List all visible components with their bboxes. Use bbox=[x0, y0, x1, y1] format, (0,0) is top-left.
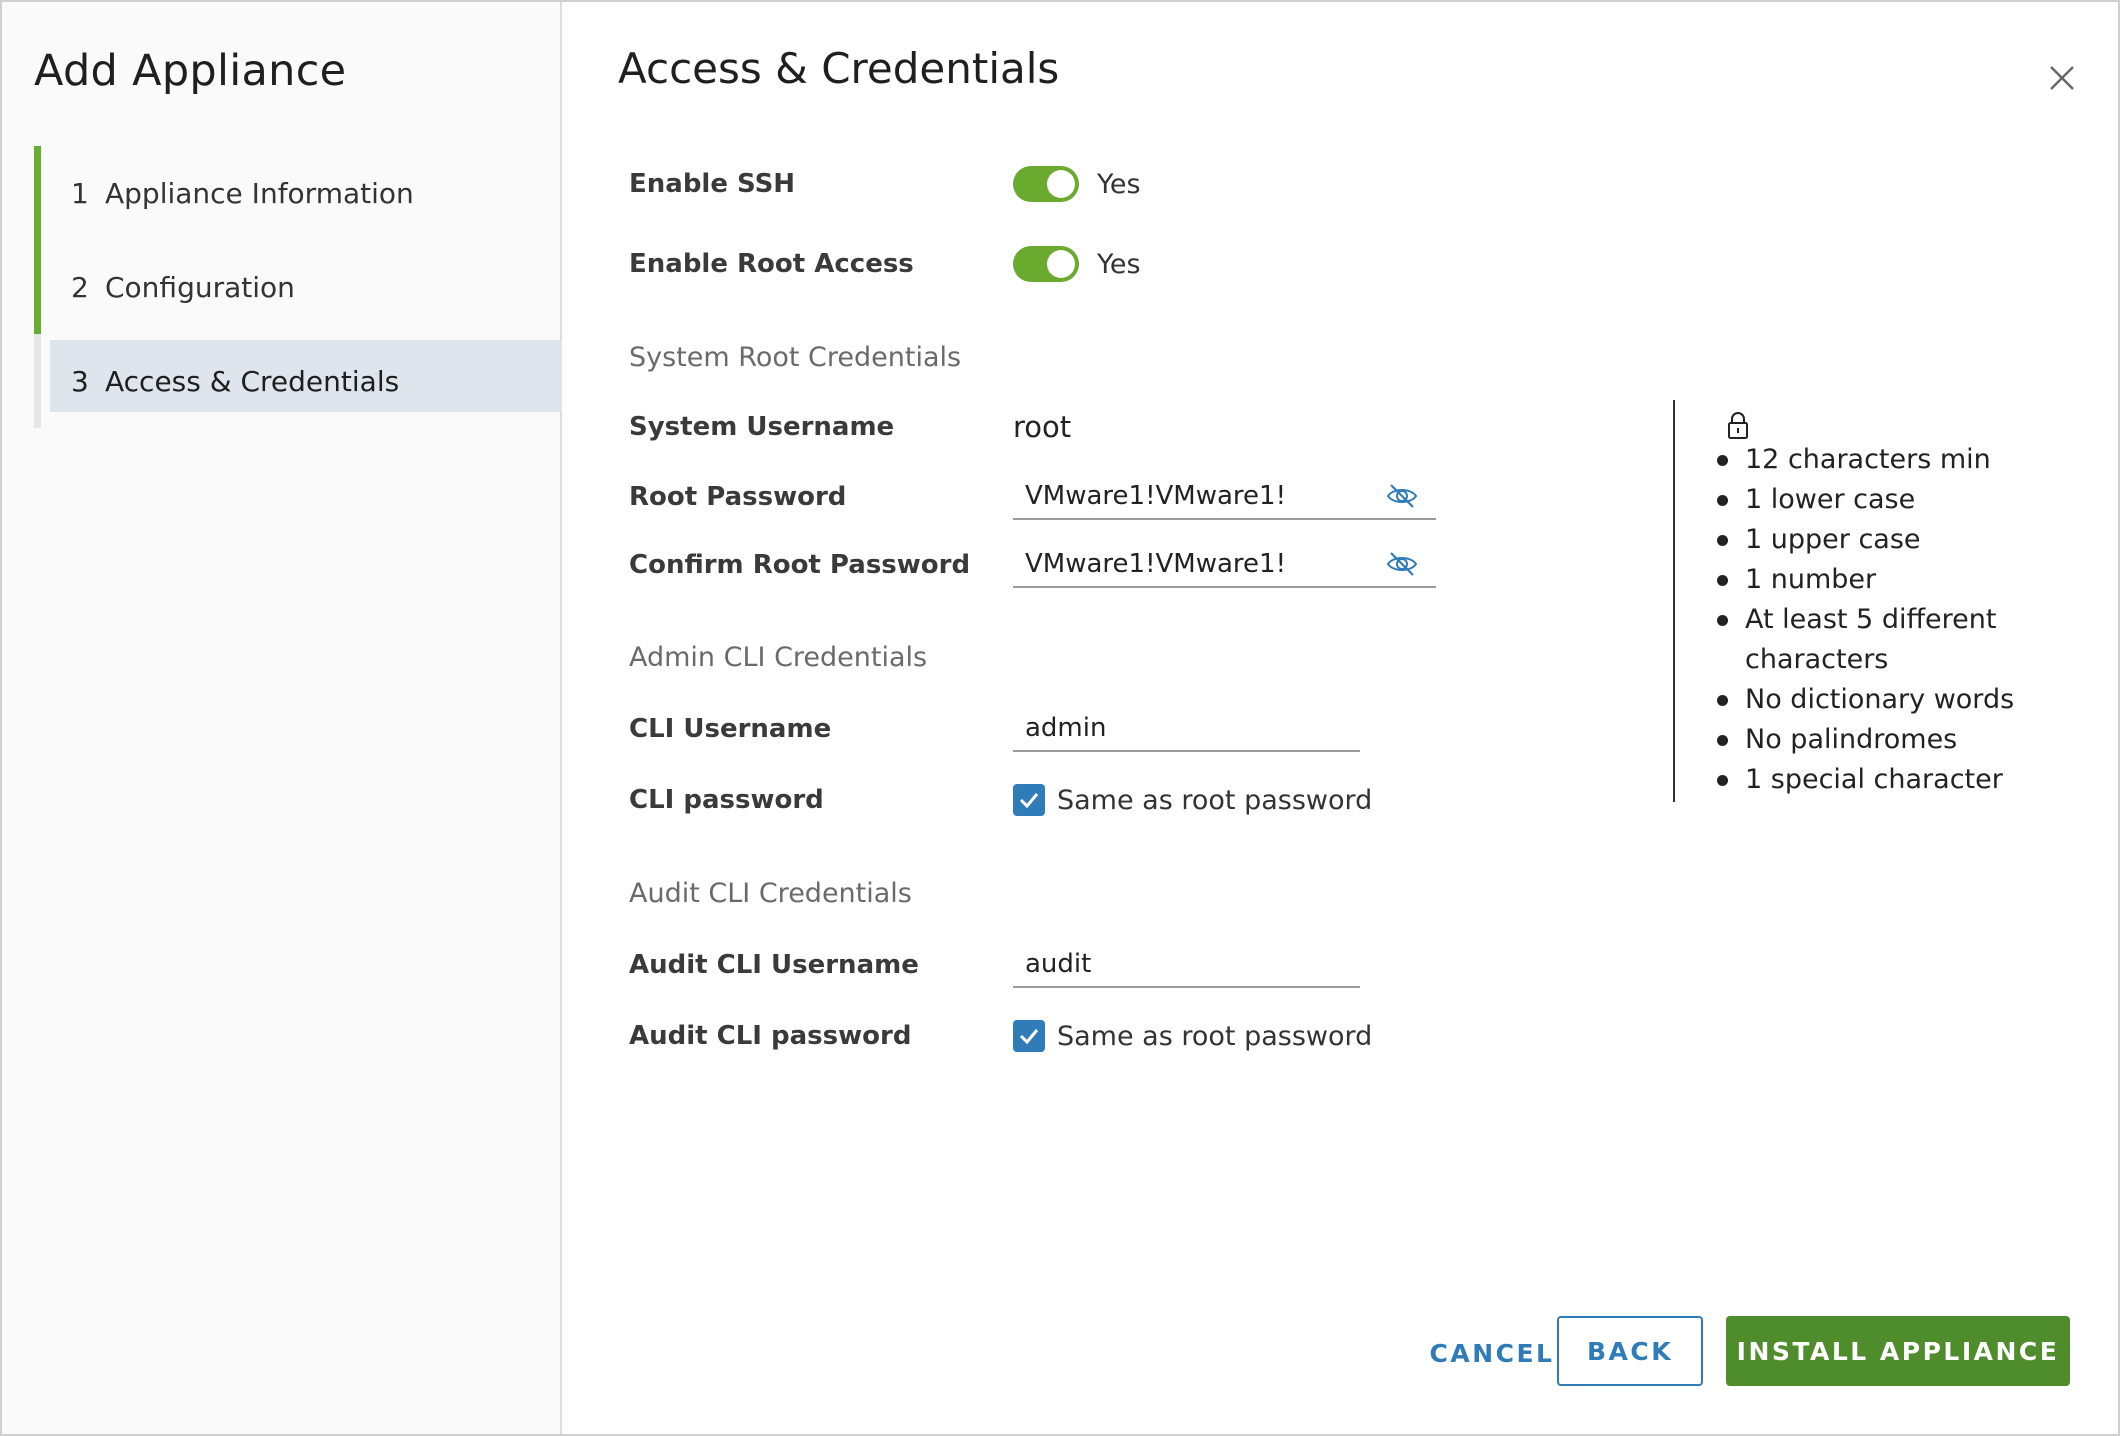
root-password-field[interactable]: VMware1!VMware1! bbox=[1013, 474, 1436, 520]
password-requirements: 12 characters min 1 lower case 1 upper c… bbox=[1673, 400, 2035, 802]
password-rule: At least 5 different characters bbox=[1715, 600, 2055, 680]
password-rule: 1 special character bbox=[1715, 760, 2055, 800]
eye-hide-icon[interactable] bbox=[1386, 550, 1418, 578]
audit-cli-username-label: Audit CLI Username bbox=[629, 950, 919, 980]
system-username-label: System Username bbox=[629, 412, 895, 442]
toggle-knob bbox=[1047, 170, 1075, 198]
wizard-steps: 1 Appliance Information 2 Configuration … bbox=[34, 146, 562, 428]
enable-root-access-row: Enable Root Access Yes bbox=[629, 246, 1141, 282]
step-number: 1 bbox=[71, 176, 89, 210]
audit-cli-password-label: Audit CLI password bbox=[629, 1021, 912, 1051]
cli-username-field[interactable]: admin bbox=[1013, 706, 1360, 752]
step-appliance-information[interactable]: 1 Appliance Information bbox=[34, 146, 562, 240]
audit-same-as-root-checkbox[interactable] bbox=[1013, 1020, 1045, 1052]
step-number: 3 bbox=[71, 364, 89, 398]
root-password-row: Root Password VMware1!VMware1! bbox=[629, 474, 1436, 520]
step-label: Appliance Information bbox=[105, 176, 414, 210]
audit-cli-password-row: Audit CLI password Same as root password bbox=[629, 1020, 1372, 1052]
step-label: Access & Credentials bbox=[105, 364, 400, 398]
lock-icon bbox=[1728, 412, 1748, 439]
enable-ssh-value: Yes bbox=[1097, 168, 1141, 200]
step-number: 2 bbox=[71, 270, 89, 304]
password-rule: 12 characters min bbox=[1715, 440, 2055, 480]
step-label: Configuration bbox=[105, 270, 295, 304]
audit-cli-credentials-heading: Audit CLI Credentials bbox=[629, 878, 912, 909]
step-progress-bar bbox=[34, 146, 41, 240]
cli-same-as-root-label: Same as root password bbox=[1057, 784, 1373, 816]
root-password-value: VMware1!VMware1! bbox=[1025, 481, 1286, 511]
audit-cli-username-row: Audit CLI Username audit bbox=[629, 942, 1360, 988]
enable-ssh-toggle[interactable] bbox=[1013, 166, 1079, 202]
enable-root-access-value: Yes bbox=[1097, 248, 1141, 280]
enable-ssh-row: Enable SSH Yes bbox=[629, 166, 1141, 202]
confirm-root-password-row: Confirm Root Password VMware1!VMware1! bbox=[629, 542, 1436, 588]
add-appliance-dialog: Add Appliance 1 Appliance Information 2 … bbox=[0, 0, 2120, 1436]
cli-password-row: CLI password Same as root password bbox=[629, 784, 1372, 816]
back-button[interactable]: BACK bbox=[1557, 1316, 1703, 1386]
password-rule: No palindromes bbox=[1715, 720, 2055, 760]
enable-ssh-label: Enable SSH bbox=[629, 169, 796, 199]
confirm-root-password-value: VMware1!VMware1! bbox=[1025, 549, 1286, 579]
checkmark-icon bbox=[1019, 1029, 1039, 1045]
wizard-sidebar: Add Appliance 1 Appliance Information 2 … bbox=[2, 2, 562, 1434]
cli-username-value: admin bbox=[1025, 713, 1107, 743]
install-appliance-button[interactable]: INSTALL APPLIANCE bbox=[1726, 1316, 2070, 1386]
audit-same-as-root-label: Same as root password bbox=[1057, 1020, 1373, 1052]
enable-root-access-toggle[interactable] bbox=[1013, 246, 1079, 282]
step-progress-bar bbox=[34, 240, 41, 334]
wizard-title: Add Appliance bbox=[34, 46, 347, 96]
wizard-content: Access & Credentials Enable SSH Yes Enab… bbox=[562, 2, 2118, 1434]
cli-username-row: CLI Username admin bbox=[629, 706, 1360, 752]
password-rule: 1 lower case bbox=[1715, 480, 2055, 520]
step-access-credentials[interactable]: 3 Access & Credentials bbox=[34, 334, 562, 428]
cli-username-label: CLI Username bbox=[629, 714, 832, 744]
eye-hide-icon[interactable] bbox=[1386, 482, 1418, 510]
admin-cli-credentials-heading: Admin CLI Credentials bbox=[629, 642, 928, 673]
confirm-root-password-field[interactable]: VMware1!VMware1! bbox=[1013, 542, 1436, 588]
confirm-root-password-label: Confirm Root Password bbox=[629, 550, 971, 580]
system-username-row: System Username root bbox=[629, 410, 1071, 444]
system-username-value: root bbox=[1013, 410, 1072, 444]
step-progress-bar bbox=[34, 334, 41, 428]
password-rule: 1 upper case bbox=[1715, 520, 2055, 560]
cli-password-label: CLI password bbox=[629, 785, 824, 815]
password-rules-list: 12 characters min 1 lower case 1 upper c… bbox=[1715, 440, 2055, 800]
page-title: Access & Credentials bbox=[618, 44, 1060, 93]
checkmark-icon bbox=[1019, 793, 1039, 809]
system-root-credentials-heading: System Root Credentials bbox=[629, 342, 962, 373]
step-configuration[interactable]: 2 Configuration bbox=[34, 240, 562, 334]
close-icon bbox=[2050, 66, 2074, 90]
audit-cli-username-value: audit bbox=[1025, 949, 1092, 979]
root-password-label: Root Password bbox=[629, 482, 847, 512]
audit-cli-username-field[interactable]: audit bbox=[1013, 942, 1360, 988]
enable-root-access-label: Enable Root Access bbox=[629, 249, 914, 279]
close-button[interactable] bbox=[2042, 58, 2082, 98]
password-rule: No dictionary words bbox=[1715, 680, 2055, 720]
toggle-knob bbox=[1047, 250, 1075, 278]
cli-same-as-root-checkbox[interactable] bbox=[1013, 784, 1045, 816]
password-rule: 1 number bbox=[1715, 560, 2055, 600]
